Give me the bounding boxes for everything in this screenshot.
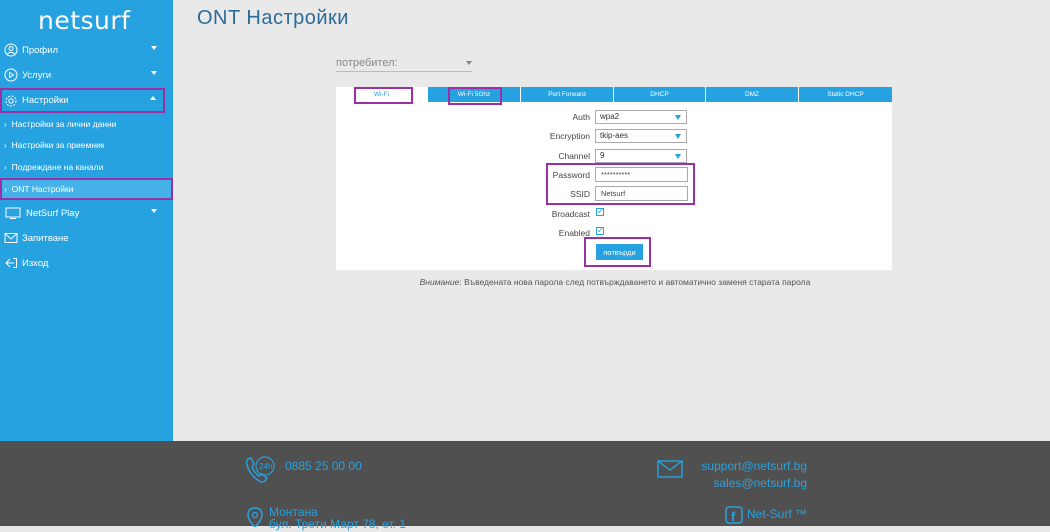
broadcast-checkbox[interactable]: ✓ <box>596 208 604 216</box>
enabled-checkbox[interactable]: ✓ <box>596 227 604 235</box>
chevron-right-icon: › <box>4 140 7 150</box>
location-pin-icon <box>245 507 265 532</box>
sidebar-item-services[interactable]: Услуги <box>0 63 173 87</box>
chevron-down-icon <box>151 71 157 75</box>
sidebar-item-label: Профил <box>22 44 59 56</box>
submit-highlight <box>584 237 651 267</box>
netsurf-logo[interactable]: netsurf <box>38 6 130 35</box>
sidebar-item-label: Запитване <box>22 232 69 244</box>
sidebar-subitem-personal-data[interactable]: › Настройки за лични данни <box>0 114 173 134</box>
sidebar-subitem-receiver[interactable]: › Настройки за приемник <box>0 135 173 155</box>
envelope-icon <box>4 231 18 245</box>
footer-facebook[interactable]: Net-Surf ™ <box>747 507 807 521</box>
sidebar-subitem-ont-settings[interactable]: › ONT Настройки <box>0 178 173 200</box>
encryption-label: Encryption <box>549 131 590 141</box>
chevron-down-icon <box>151 46 157 50</box>
enabled-label: Enabled <box>558 228 590 238</box>
notice-text: Внимание: Въведената нова парола след по… <box>0 277 1050 287</box>
tab-dmz[interactable]: DMZ <box>706 87 799 102</box>
sidebar-subitem-label: ONT Настройки <box>11 184 74 194</box>
svg-text:24h: 24h <box>259 462 272 471</box>
sidebar-item-label: NetSurf Play <box>26 207 80 219</box>
svg-text:f: f <box>731 509 736 524</box>
channel-select[interactable]: 9 <box>595 149 687 163</box>
chevron-right-icon: › <box>4 162 7 172</box>
dropdown-arrow-icon <box>675 154 681 159</box>
channel-value: 9 <box>600 151 605 160</box>
phone-24h-icon: 24h <box>244 455 278 490</box>
sidebar-item-label: Изход <box>22 257 49 269</box>
tab-bar: Wi-Fi Wi-Fi 5Ghz Port Forward DHCP DMZ S… <box>336 87 892 102</box>
sidebar-item-profile[interactable]: Профил <box>0 38 173 62</box>
sidebar-subitem-label: Настройки за лични данни <box>11 119 117 129</box>
credentials-highlight <box>546 163 695 205</box>
footer-address-street: бул. Трети Март 78, ет. 1 <box>269 517 406 531</box>
chevron-up-icon <box>150 96 156 100</box>
sidebar-subitem-label: Настройки за приемник <box>11 140 105 150</box>
footer-email-sales[interactable]: sales@netsurf.bg <box>713 476 807 490</box>
sidebar-subitem-channel-order[interactable]: › Подреждане на канали <box>0 157 173 177</box>
envelope-icon <box>657 460 683 483</box>
channel-label: Channel <box>558 151 590 161</box>
broadcast-label: Broadcast <box>551 209 590 219</box>
sidebar-item-inquiry[interactable]: Запитване <box>0 226 173 250</box>
sidebar: netsurf Профил Услуги Настройки › Настро… <box>0 0 173 441</box>
sidebar-item-logout[interactable]: Изход <box>0 251 173 275</box>
auth-label: Auth <box>572 112 591 122</box>
footer-email-support[interactable]: support@netsurf.bg <box>701 459 807 473</box>
notice-prefix: Внимание <box>419 277 460 287</box>
encryption-select[interactable]: tkip-aes <box>595 129 687 143</box>
sidebar-item-label: Настройки <box>22 95 69 106</box>
user-select[interactable]: потребител: <box>336 57 472 72</box>
notice-body: : Въведената нова парола след потвърждав… <box>459 277 811 287</box>
play-icon <box>4 68 18 82</box>
chevron-down-icon <box>466 61 472 65</box>
chevron-right-icon: › <box>4 184 7 194</box>
sidebar-item-label: Услуги <box>22 69 52 81</box>
chevron-right-icon: › <box>4 119 7 129</box>
auth-value: wpa2 <box>600 112 620 121</box>
dropdown-arrow-icon <box>675 115 681 120</box>
footer: 24h 0885 25 00 00 support@netsurf.bg sal… <box>0 441 1050 531</box>
footer-phone[interactable]: 0885 25 00 00 <box>285 459 362 473</box>
tv-icon <box>4 206 22 220</box>
dropdown-arrow-icon <box>675 134 681 139</box>
tab-dhcp[interactable]: DHCP <box>614 87 706 102</box>
tab-port-forward[interactable]: Port Forward <box>521 87 614 102</box>
sidebar-item-settings[interactable]: Настройки <box>0 88 165 113</box>
tab-static-dhcp[interactable]: Static DHCP <box>799 87 892 102</box>
auth-select[interactable]: wpa2 <box>595 110 687 124</box>
logout-icon <box>4 256 18 270</box>
chevron-down-icon <box>151 209 157 213</box>
encryption-value: tkip-aes <box>600 131 629 140</box>
gear-icon <box>4 94 18 108</box>
wifi-tab-highlight <box>354 87 413 104</box>
user-icon <box>4 43 18 57</box>
page-title: ONT Настройки <box>197 7 349 29</box>
sidebar-item-netsurf-play[interactable]: NetSurf Play <box>0 201 173 225</box>
sidebar-subitem-label: Подреждане на канали <box>11 162 104 172</box>
user-select-placeholder: потребител: <box>336 57 398 69</box>
wifi-5ghz-tab-highlight <box>448 87 502 105</box>
